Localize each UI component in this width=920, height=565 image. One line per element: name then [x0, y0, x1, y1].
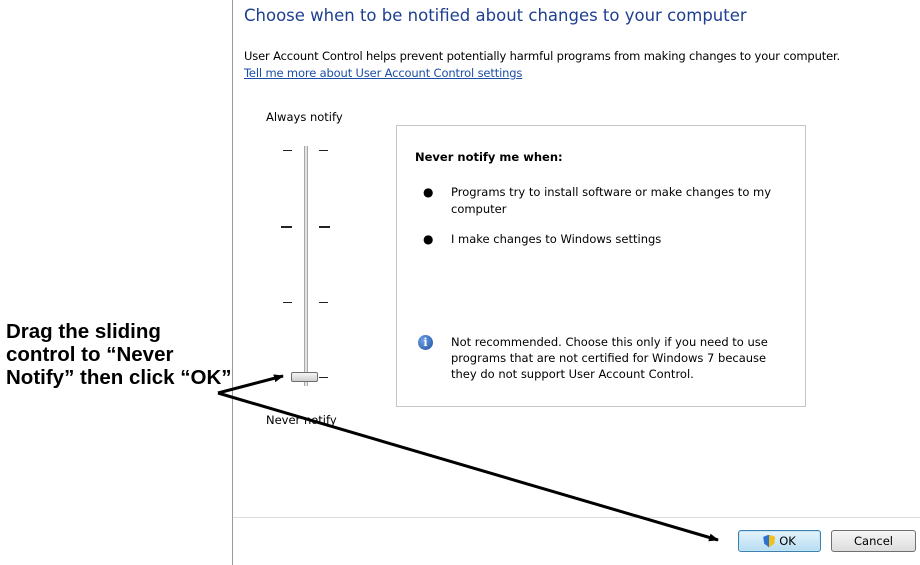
arrow-to-slider — [217, 374, 284, 395]
arrow-to-ok-button — [217, 391, 719, 542]
annotation-arrows — [217, 374, 719, 542]
